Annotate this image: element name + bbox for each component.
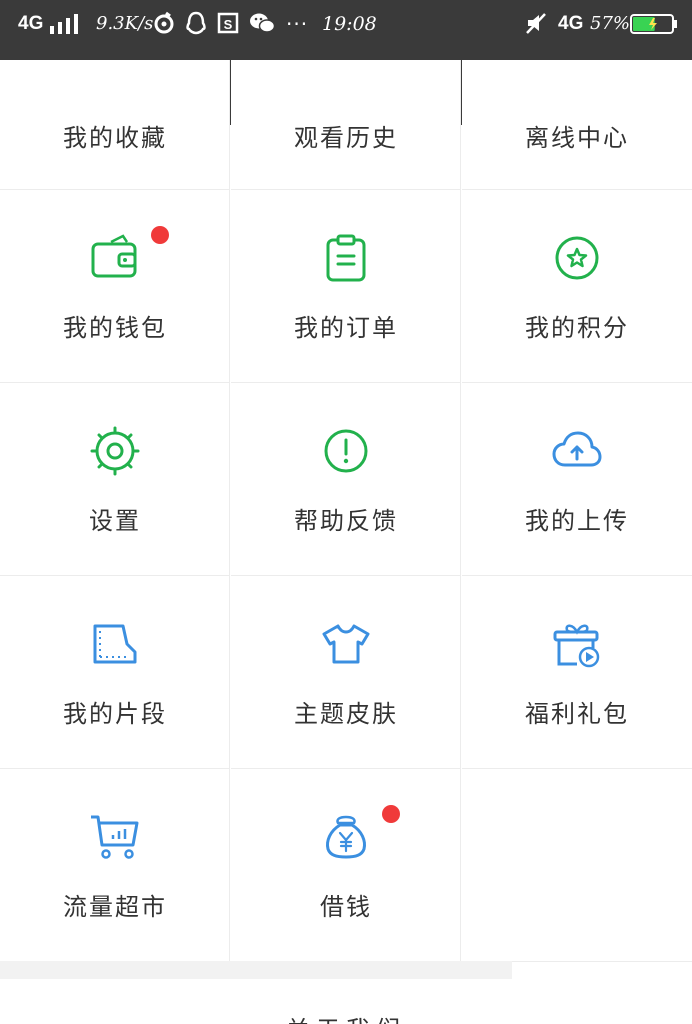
grid-item-upload[interactable]: 我的上传 <box>462 383 692 576</box>
grid-item-favorites[interactable]: 我的收藏 <box>0 60 230 190</box>
grid-item-help[interactable]: 帮助反馈 <box>231 383 461 576</box>
notification-badge <box>382 805 400 823</box>
grid-item-gift[interactable]: 福利礼包 <box>462 576 692 769</box>
grid-item-label: 离线中心 <box>525 124 629 152</box>
grid-item-themes[interactable]: 主题皮肤 <box>231 576 461 769</box>
grid-item-label: 借钱 <box>320 893 372 921</box>
grid-item-label: 我的片段 <box>63 700 167 728</box>
tshirt-icon <box>322 624 370 664</box>
section-divider <box>0 961 512 979</box>
gift-icon <box>553 624 600 668</box>
s-app-icon: S <box>217 12 239 34</box>
about-us-link[interactable]: 关于我们 <box>0 1010 692 1024</box>
grid-item-label: 流量超市 <box>63 893 167 921</box>
network-type: 4G <box>18 13 44 34</box>
battery-percent: 57% <box>590 13 631 34</box>
grid-item-label: 我的钱包 <box>63 314 167 342</box>
grid-item-label: 帮助反馈 <box>294 507 398 535</box>
help-exclamation-icon <box>324 429 368 473</box>
grid-item-label: 我的订单 <box>294 314 398 342</box>
grid-item-orders[interactable]: 我的订单 <box>231 190 461 383</box>
signal-icon <box>50 14 78 34</box>
wallet-icon <box>91 234 137 278</box>
grid-item-borrow[interactable]: 借钱 <box>231 769 461 962</box>
grid-item-data-market[interactable]: 流量超市 <box>0 769 230 962</box>
grid-item-label: 我的上传 <box>525 507 629 535</box>
points-star-icon <box>555 236 599 280</box>
wechat-icon <box>250 13 276 33</box>
notification-badge <box>151 226 169 244</box>
netease-icon <box>154 11 174 34</box>
more-notifications: ··· <box>286 12 309 36</box>
grid-item-wallet[interactable]: 我的钱包 <box>0 190 230 383</box>
grid-item-label: 我的收藏 <box>63 124 167 152</box>
grid-item-empty <box>462 769 692 962</box>
order-clipboard-icon <box>326 234 366 282</box>
network-speed: 9.3K/s <box>96 13 154 34</box>
grid-item-settings[interactable]: 设置 <box>0 383 230 576</box>
grid-item-label: 设置 <box>89 507 141 535</box>
grid-item-points[interactable]: 我的积分 <box>462 190 692 383</box>
grid-item-label: 福利礼包 <box>525 700 629 728</box>
clip-icon <box>93 624 137 664</box>
grid-item-clips[interactable]: 我的片段 <box>0 576 230 769</box>
battery-icon <box>630 14 677 34</box>
settings-gear-icon <box>90 426 140 476</box>
grid-item-label: 观看历史 <box>294 124 398 152</box>
grid-item-label: 我的积分 <box>525 314 629 342</box>
clock: 19:08 <box>322 13 377 35</box>
qq-icon <box>186 11 206 35</box>
money-bag-icon <box>326 815 366 859</box>
grid-item-offline[interactable]: 离线中心 <box>462 60 692 190</box>
svg-text:S: S <box>224 17 233 32</box>
status-bar: 4G 9.3K/s S ··· 19:08 4G 57% <box>0 0 692 48</box>
network-type-2: 4G <box>558 13 584 34</box>
cart-icon <box>91 815 139 859</box>
grid-item-label: 主题皮肤 <box>294 700 398 728</box>
upload-cloud-icon <box>552 431 602 467</box>
grid-item-history[interactable]: 观看历史 <box>231 60 461 190</box>
mute-icon <box>526 13 546 34</box>
